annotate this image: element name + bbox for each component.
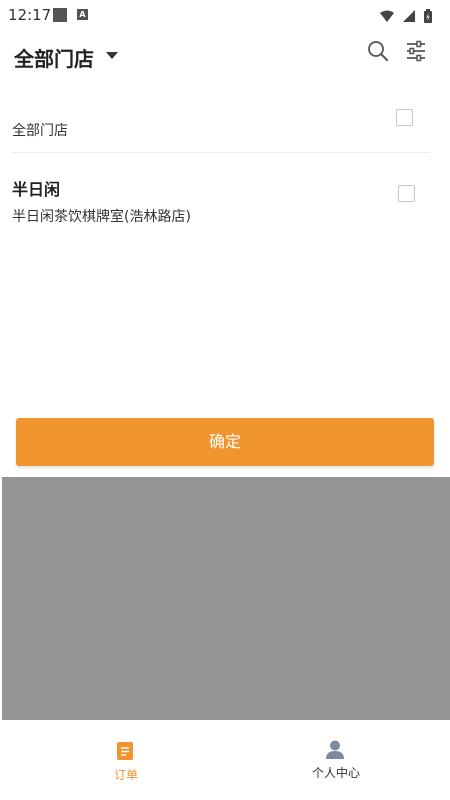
status-time: 12:17 — [8, 6, 52, 24]
dim-overlay[interactable] — [2, 477, 450, 720]
chevron-down-icon[interactable] — [106, 52, 118, 59]
person-icon — [326, 740, 344, 764]
battery-icon — [424, 8, 432, 23]
store-name: 半日闲 — [12, 180, 61, 199]
nav-item-orders[interactable]: 订单 — [66, 722, 186, 800]
nav-item-profile[interactable]: 个人中心 — [276, 722, 396, 800]
all-stores-label: 全部门店 — [12, 123, 68, 139]
header: 全部门店 — [0, 34, 450, 78]
signal-icon — [402, 9, 415, 22]
nav-label-orders: 订单 — [113, 768, 138, 782]
page-title[interactable]: 全部门店 — [14, 43, 94, 72]
search-icon[interactable] — [366, 39, 390, 63]
store-checkbox[interactable] — [398, 185, 415, 202]
notification-square-icon — [53, 8, 67, 22]
nav-label-profile: 个人中心 — [311, 766, 360, 780]
filter-sliders-icon[interactable] — [404, 39, 428, 63]
list-item-all-stores[interactable]: 全部门店 — [12, 100, 430, 153]
status-bar: 12:17 A — [0, 0, 450, 30]
all-stores-checkbox[interactable] — [396, 109, 413, 126]
status-icons — [376, 5, 432, 24]
store-branch: 半日闲茶饮棋牌室(浩林路店) — [12, 209, 191, 225]
orders-icon — [116, 742, 134, 764]
confirm-button[interactable]: 确定 — [16, 418, 434, 466]
wifi-icon — [379, 10, 394, 22]
notification-a-icon: A — [77, 9, 88, 20]
list-item-store[interactable]: 半日闲 半日闲茶饮棋牌室(浩林路店) — [12, 168, 430, 238]
bottom-nav: 订单 个人中心 — [0, 722, 450, 800]
